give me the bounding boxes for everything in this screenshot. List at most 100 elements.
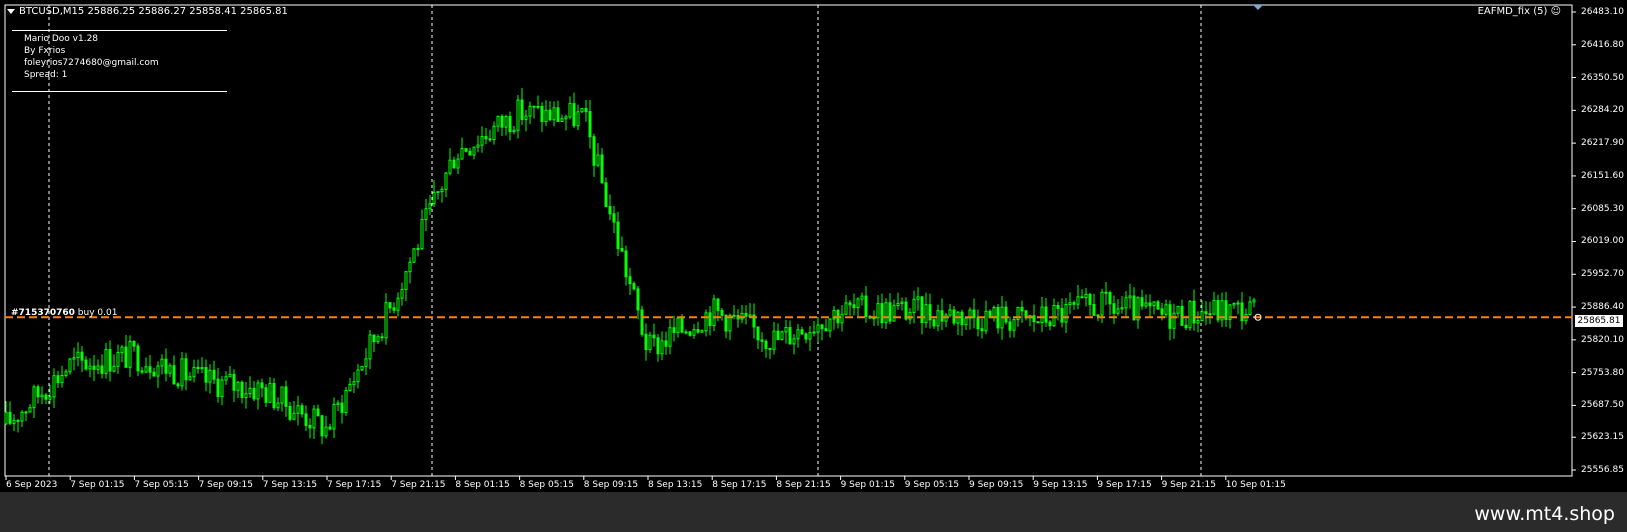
time-tick-label: 8 Sep 01:15 <box>455 480 510 490</box>
candle-body <box>288 405 292 420</box>
candle-body <box>912 298 916 313</box>
shift-marker-icon <box>1253 5 1263 10</box>
candle-body <box>572 103 576 127</box>
time-tick-label: 9 Sep 21:15 <box>1161 480 1216 490</box>
candle-body <box>732 314 736 317</box>
candle-body <box>388 302 392 309</box>
candle-body <box>1124 297 1128 309</box>
candle-body <box>716 298 720 311</box>
candle-body <box>900 301 904 304</box>
candle-body <box>568 103 572 118</box>
candle-body <box>68 358 72 373</box>
candle-body <box>1012 319 1016 331</box>
price-tick-label: 25753.80 <box>1581 367 1624 378</box>
candle-body <box>896 302 900 307</box>
candle-body <box>300 405 304 415</box>
price-tick-label: 26085.30 <box>1581 203 1624 214</box>
candle-body <box>248 387 252 395</box>
ea-email-text: foleyrios7274680@gmail.com <box>24 58 159 68</box>
candle-body <box>1048 321 1052 327</box>
candle-body <box>40 394 44 398</box>
candle-body <box>676 317 680 333</box>
candle-body <box>812 331 816 334</box>
candle-body <box>776 330 780 341</box>
time-tick-label: 9 Sep 09:15 <box>969 480 1024 490</box>
candle-body <box>100 365 104 374</box>
time-tick-label: 8 Sep 09:15 <box>583 480 639 490</box>
candle-body <box>512 129 516 133</box>
price-chart[interactable] <box>0 0 1627 492</box>
time-tick-label: 9 Sep 05:15 <box>904 480 960 490</box>
candle-body <box>1176 305 1180 314</box>
candle-body <box>792 338 796 345</box>
candle-body <box>536 105 540 108</box>
price-tick-label: 26019.00 <box>1581 236 1624 247</box>
candle-body <box>888 302 892 322</box>
candle-body <box>204 367 208 383</box>
price-tick-label: 25886.40 <box>1581 302 1624 313</box>
candle-body <box>664 340 668 347</box>
candle-body <box>1004 306 1008 323</box>
candle-body <box>1152 301 1156 307</box>
candle-body <box>1084 293 1088 299</box>
watermark-text: www.mt4.shop <box>1474 503 1615 525</box>
time-tick-label: 7 Sep 17:15 <box>327 480 382 490</box>
candle-body <box>72 357 76 360</box>
candle-body <box>612 213 616 223</box>
candle-body <box>1036 321 1040 324</box>
candle-body <box>360 365 364 371</box>
candle-body <box>124 346 128 368</box>
candle-body <box>184 358 188 381</box>
candle-body <box>648 334 652 351</box>
time-tick-label: 7 Sep 13:15 <box>262 480 318 490</box>
time-tick-label: 8 Sep 13:15 <box>648 480 703 490</box>
candle-body <box>384 302 388 339</box>
candle-body <box>876 303 880 319</box>
candle-body <box>964 317 968 326</box>
candle-body <box>1112 303 1116 314</box>
candle-body <box>296 405 300 414</box>
candle-body <box>456 158 460 169</box>
chart-window[interactable]: BTCUSD,M15 25886.25 25886.27 25858.41 25… <box>0 0 1627 492</box>
candle-body <box>60 374 64 384</box>
candle-body <box>616 221 620 249</box>
candle-body <box>544 109 548 123</box>
candle-body <box>824 328 828 332</box>
candle-body <box>420 219 424 250</box>
candle-body <box>688 331 692 336</box>
candle-body <box>600 154 604 184</box>
candle-body <box>1040 306 1044 324</box>
candle-body <box>108 349 112 372</box>
order-label[interactable]: #715370760 buy 0.01 <box>11 307 117 319</box>
candle-body <box>996 306 1000 329</box>
candle-body <box>316 408 320 417</box>
candle-body <box>916 296 920 300</box>
candle-body <box>940 310 944 322</box>
candle-body <box>352 381 356 385</box>
candle-body <box>704 312 708 332</box>
candle-body <box>1096 314 1100 317</box>
candle-body <box>320 415 324 437</box>
candle-body <box>492 125 496 141</box>
time-tick-label: 8 Sep 05:15 <box>519 480 574 490</box>
candle-body <box>640 309 644 335</box>
candle-body <box>284 386 288 407</box>
candle-body <box>412 248 416 263</box>
candle-body <box>756 326 760 341</box>
symbol-header: BTCUSD,M15 25886.25 25886.27 25858.41 25… <box>7 6 288 18</box>
order-id-text: #715370760 <box>11 308 75 318</box>
candle-body <box>764 340 768 350</box>
candle-body <box>180 358 184 387</box>
candle-body <box>924 304 928 324</box>
candle-body <box>220 379 224 398</box>
candle-body <box>192 366 196 378</box>
candle-body <box>576 111 580 127</box>
candle-body <box>500 115 504 128</box>
candle-body <box>840 313 844 324</box>
candle-body <box>208 369 212 383</box>
candle-body <box>1108 292 1112 305</box>
candle-body <box>680 317 684 333</box>
candle-body <box>608 206 612 215</box>
candle-body <box>1104 291 1108 294</box>
expert-advisor-label[interactable]: EAFMD_fix (5) ☺ <box>1478 6 1561 18</box>
